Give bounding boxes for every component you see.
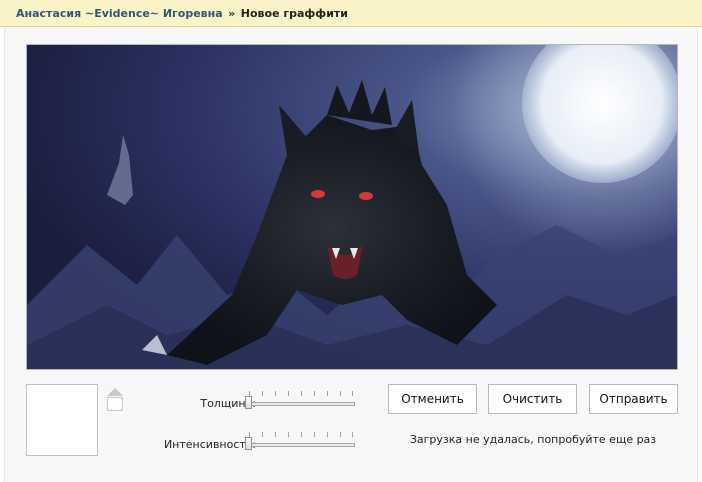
intensity-label: Интенсивность: bbox=[163, 438, 256, 451]
upload-error-message: Загрузка не удалась, попробуйте еще раз bbox=[409, 433, 657, 446]
thickness-label: Толщина: bbox=[200, 397, 256, 410]
arrow-up-icon bbox=[107, 388, 123, 396]
thickness-slider[interactable] bbox=[245, 391, 355, 409]
slider-track bbox=[245, 443, 355, 447]
slider-thumb[interactable] bbox=[245, 437, 252, 450]
slider-track bbox=[245, 402, 355, 406]
clear-button[interactable]: Очистить bbox=[488, 384, 577, 414]
color-swatch bbox=[107, 397, 123, 411]
slider-ticks bbox=[249, 391, 353, 397]
intensity-slider[interactable] bbox=[245, 432, 355, 450]
cancel-button[interactable]: Отменить bbox=[388, 384, 477, 414]
brush-preview bbox=[26, 384, 98, 456]
page-title: Новое граффити bbox=[240, 7, 349, 20]
breadcrumb-separator: » bbox=[228, 7, 236, 20]
breadcrumb: Анастасия ~Evidence~ Игоревна » Новое гр… bbox=[0, 0, 702, 27]
slider-thumb[interactable] bbox=[245, 396, 252, 409]
send-button[interactable]: Отправить bbox=[589, 384, 678, 414]
drawing-canvas[interactable] bbox=[26, 44, 678, 370]
slider-ticks bbox=[249, 432, 353, 438]
color-picker-toggle[interactable] bbox=[107, 388, 124, 412]
breadcrumb-user-link[interactable]: Анастасия ~Evidence~ Игоревна bbox=[16, 7, 223, 20]
graffiti-image bbox=[27, 45, 677, 369]
